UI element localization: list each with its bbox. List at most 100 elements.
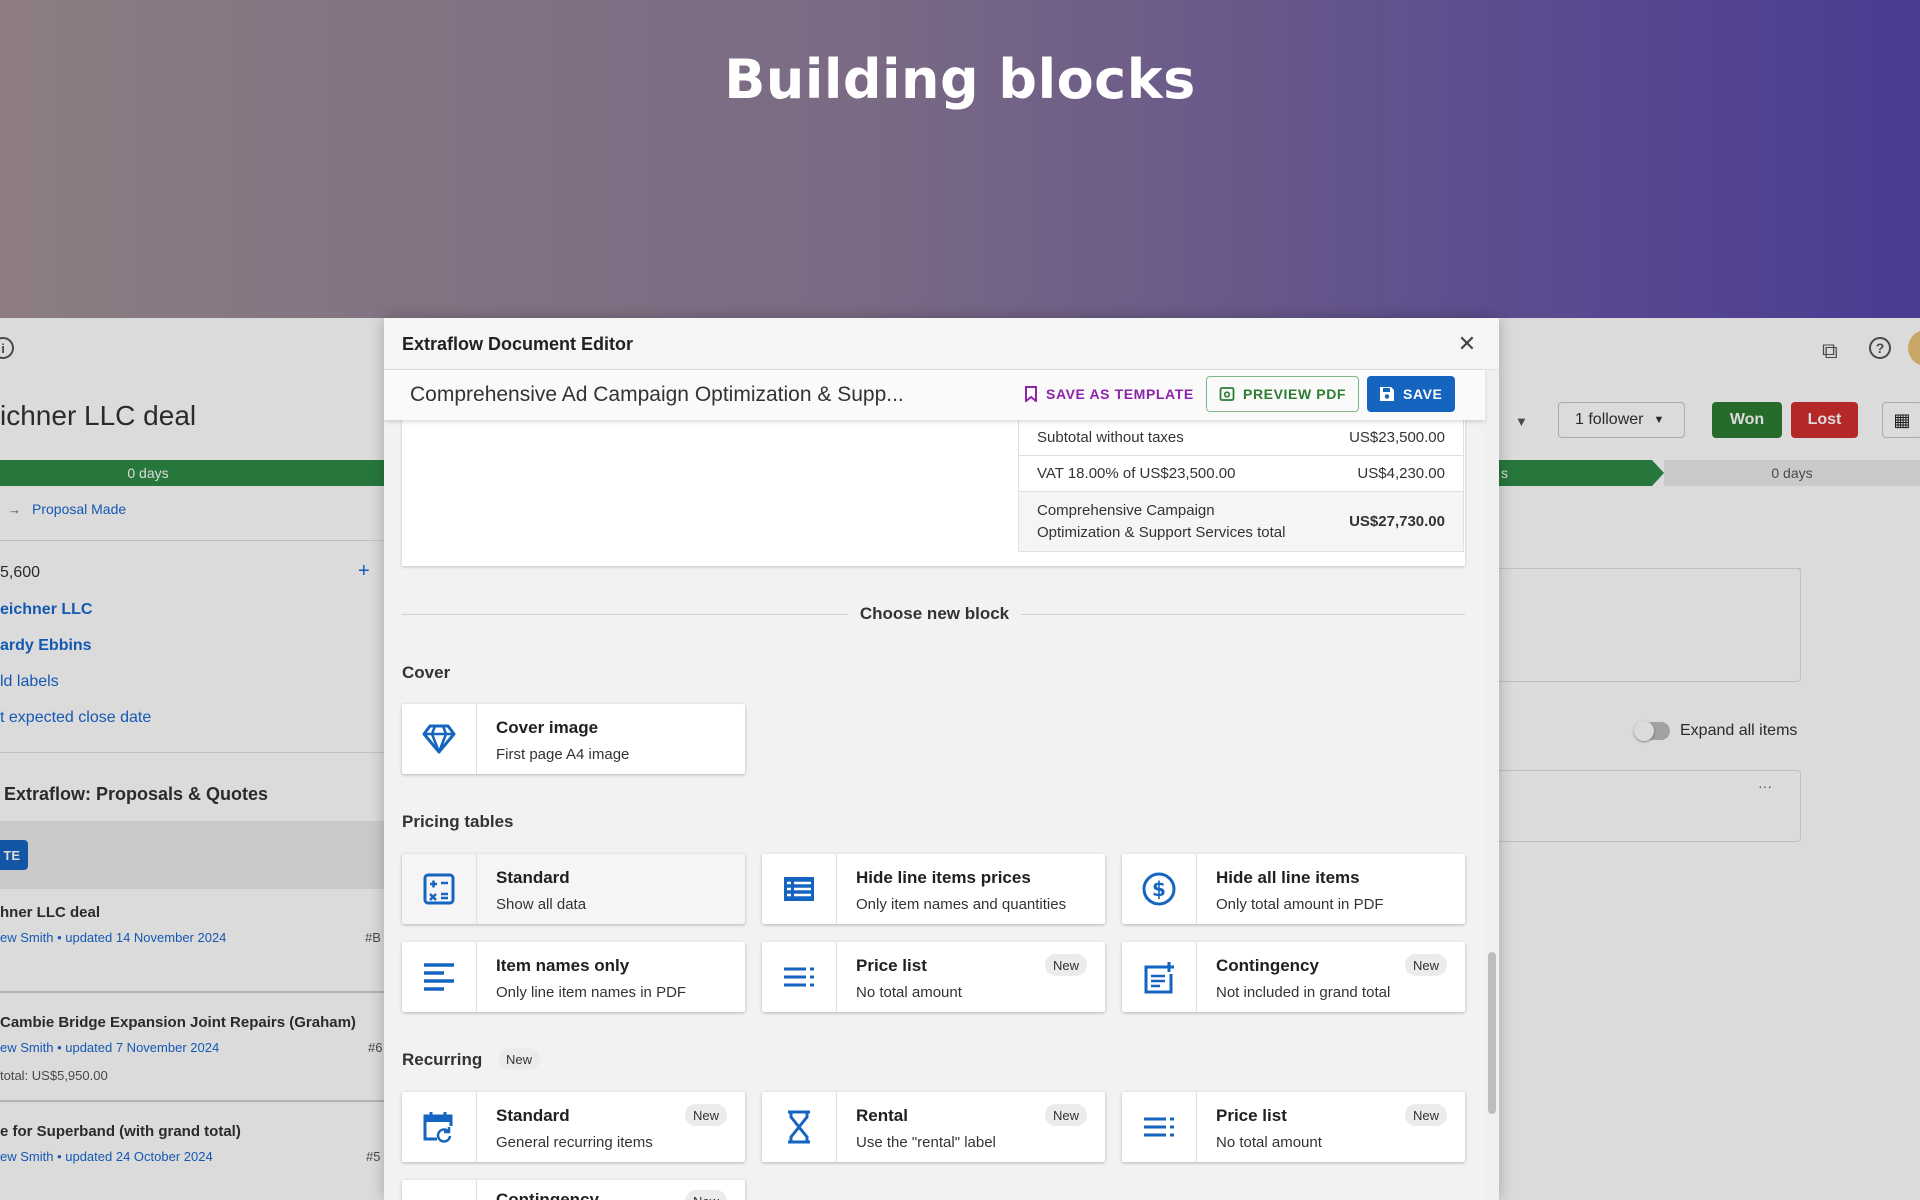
save-button[interactable]: SAVE — [1367, 376, 1455, 412]
divider — [0, 752, 384, 753]
pipeline-days-label: 0 days — [127, 465, 169, 481]
save-as-template-label: SAVE AS TEMPLATE — [1046, 386, 1194, 402]
add-icon[interactable]: + — [358, 560, 370, 583]
pipeline-stage-bar-2[interactable] — [290, 460, 384, 486]
puzzle-icon[interactable]: ⧉ — [1822, 338, 1838, 364]
new-badge: New — [1404, 954, 1447, 976]
recurring-standard-block[interactable]: Standard General recurring items New — [402, 1092, 745, 1162]
deal-value: 5,600 — [0, 564, 41, 581]
pricing-item-names-block[interactable]: Item names only Only line item names in … — [402, 942, 745, 1012]
block-name: Standard — [496, 1106, 570, 1125]
info-icon[interactable]: i — [0, 337, 14, 359]
add-labels-link[interactable]: ld labels — [0, 673, 59, 691]
divider — [0, 991, 384, 993]
chevron-down-icon[interactable]: ▼ — [1515, 414, 1528, 429]
save-as-template-button[interactable]: SAVE AS TEMPLATE — [1012, 376, 1206, 412]
preview-pdf-label: PREVIEW PDF — [1243, 386, 1347, 402]
more-icon[interactable]: ··· — [1758, 778, 1772, 794]
preview-pdf-button[interactable]: PREVIEW PDF — [1206, 376, 1360, 412]
lost-button[interactable]: Lost — [1791, 402, 1858, 438]
expand-all-label: Expand all items — [1680, 722, 1798, 739]
hero-banner: Building blocks — [0, 0, 1920, 318]
avatar[interactable] — [1908, 330, 1920, 366]
diamond-icon — [402, 704, 477, 774]
organization-link[interactable]: eichner LLC — [0, 601, 92, 619]
create-button[interactable]: TE — [0, 840, 28, 870]
pipeline-arrow — [1652, 460, 1664, 486]
recurring-section-title: Recurring — [402, 1050, 483, 1069]
pricing-contingency-block[interactable]: Contingency Not included in grand total … — [1122, 942, 1465, 1012]
deal-item-id: #5 — [366, 1149, 381, 1164]
new-badge: New — [498, 1048, 541, 1070]
pipeline-stage-label: s — [1501, 465, 1508, 481]
hourglass-icon — [762, 1092, 837, 1162]
deal-item-id: #B — [365, 930, 381, 945]
deal-item-title[interactable]: Cambie Bridge Expansion Joint Repairs (G… — [0, 1014, 356, 1031]
expand-toggle[interactable] — [1634, 721, 1670, 741]
bookmark-icon — [1025, 386, 1037, 402]
left-panel: i ichner LLC deal 0 days → Proposal Made… — [0, 318, 384, 1200]
recurring-contingency-block[interactable]: Contingency New — [402, 1180, 745, 1200]
modal-scrollbar[interactable] — [1485, 370, 1499, 1200]
hero-title: Building blocks — [724, 47, 1196, 111]
recurring-price-list-block[interactable]: Price list No total amount New — [1122, 1092, 1465, 1162]
deal-item-meta: ew Smith • updated 7 November 2024 — [0, 1040, 220, 1055]
modal-header: Extraflow Document Editor ✕ — [384, 318, 1499, 370]
pipeline-days-label: 0 days — [1771, 465, 1813, 481]
item-card — [1499, 770, 1801, 842]
new-badge: New — [1044, 954, 1087, 976]
scrollbar-thumb[interactable] — [1488, 952, 1496, 1114]
align-left-icon — [402, 942, 477, 1012]
close-date-link[interactable]: t expected close date — [0, 709, 151, 727]
block-description: No total amount — [1216, 1134, 1322, 1151]
note-add-icon — [1122, 942, 1197, 1012]
block-description: Only item names and quantities — [856, 896, 1067, 913]
deal-title: ichner LLC deal — [0, 400, 197, 431]
pipeline-stage-bar[interactable]: s — [1499, 460, 1652, 486]
help-icon[interactable]: ? — [1869, 337, 1891, 359]
modal-title: Extraflow Document Editor — [402, 334, 634, 354]
document-title[interactable]: Comprehensive Ad Campaign Optimization &… — [410, 383, 904, 407]
stage-link[interactable]: Proposal Made — [32, 501, 126, 517]
won-button[interactable]: Won — [1712, 402, 1782, 438]
block-chooser: Choose new block Cover Cover image First… — [384, 420, 1485, 1200]
block-name: Contingency — [1216, 956, 1319, 975]
deal-item-total: total: US$5,950.00 — [0, 1068, 108, 1083]
block-description: Show all data — [496, 896, 587, 913]
pipeline-stage-bar[interactable]: 0 days — [0, 460, 296, 486]
block-description: No total amount — [856, 984, 962, 1001]
follower-button[interactable]: 1 follower ▼ — [1558, 402, 1685, 438]
choose-block-heading: Choose new block — [384, 604, 1485, 636]
block-name: Price list — [1216, 1106, 1287, 1125]
section-toolbar — [0, 821, 384, 889]
new-badge: New — [684, 1104, 727, 1126]
chevron-down-icon: ▼ — [1653, 414, 1665, 426]
deal-item-title[interactable]: e for Superband (with grand total) — [0, 1123, 241, 1140]
pipeline-stage-bar-inactive[interactable]: 0 days — [1664, 460, 1920, 486]
divider — [0, 1100, 384, 1102]
deal-item-title[interactable]: hner LLC deal — [0, 904, 100, 921]
block-name: Cover image — [496, 718, 599, 737]
block-name: Item names only — [496, 956, 630, 975]
cover-image-block[interactable]: Cover image First page A4 image — [402, 704, 745, 774]
block-name: Price list — [856, 956, 927, 975]
pricing-section-title: Pricing tables — [402, 812, 514, 831]
block-name: Hide all line items — [1216, 868, 1360, 887]
cover-section-title: Cover — [402, 663, 451, 682]
block-description: Use the "rental" label — [856, 1134, 996, 1151]
grid-view-icon[interactable]: ▦ — [1882, 402, 1920, 438]
deal-item-id: #6 — [368, 1040, 383, 1055]
block-name: Rental — [856, 1106, 908, 1125]
save-label: SAVE — [1403, 386, 1443, 402]
block-description: General recurring items — [496, 1134, 653, 1151]
pricing-standard-block[interactable]: Standard Show all data — [402, 854, 745, 924]
person-link[interactable]: ardy Ebbins — [0, 637, 92, 655]
recurring-rental-block[interactable]: Rental Use the "rental" label New — [762, 1092, 1105, 1162]
price-list-icon — [762, 942, 837, 1012]
new-badge: New — [1404, 1104, 1447, 1126]
pricing-hide-all-block[interactable]: $ Hide all line items Only total amount … — [1122, 854, 1465, 924]
close-icon[interactable]: ✕ — [1453, 330, 1481, 358]
calendar-repeat-icon — [402, 1092, 477, 1162]
pricing-price-list-block[interactable]: Price list No total amount New — [762, 942, 1105, 1012]
pricing-hide-prices-block[interactable]: Hide line items prices Only item names a… — [762, 854, 1105, 924]
